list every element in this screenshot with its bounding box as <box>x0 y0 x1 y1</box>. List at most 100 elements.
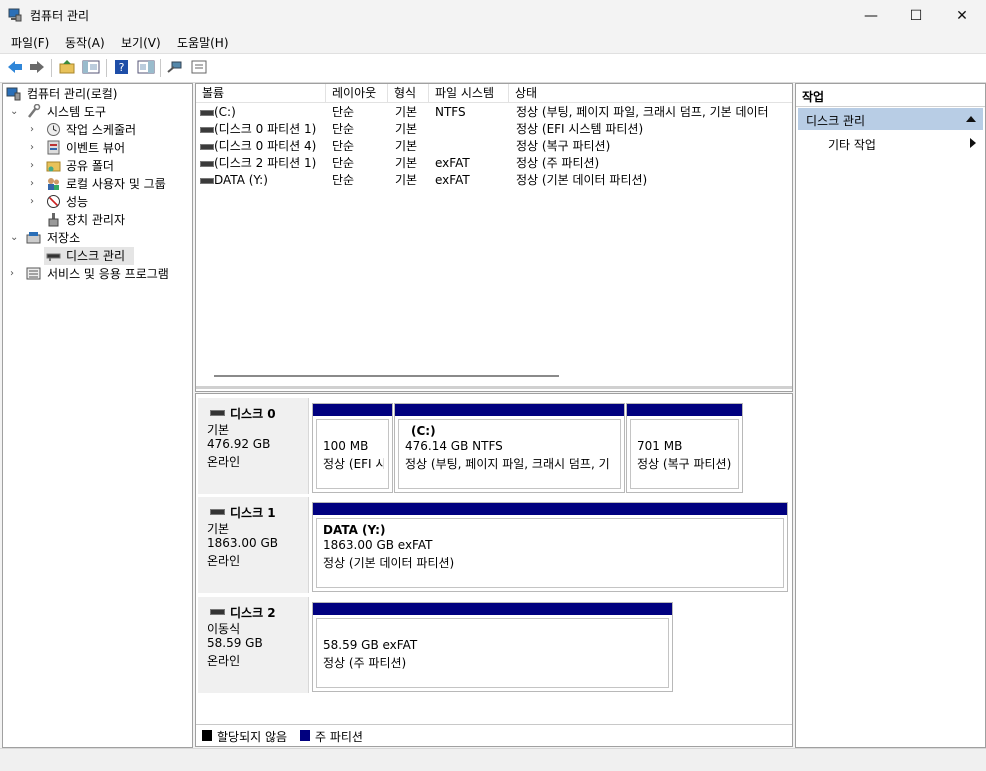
disk-label[interactable]: 디스크 2 이동식 58.59 GB 온라인 <box>198 597 309 693</box>
chevron-right-icon[interactable]: › <box>10 265 14 283</box>
partition-line2: 정상 (주 파티션) <box>323 656 407 670</box>
help-icon[interactable]: ? <box>113 59 131 75</box>
column-header-layout[interactable]: 레이아웃 <box>326 84 388 103</box>
partition-color-bar <box>313 603 672 615</box>
properties-icon[interactable] <box>190 59 208 75</box>
volume-cell-layout: 단순 <box>332 156 355 170</box>
toolbar-separator <box>106 59 107 77</box>
disk-kind: 이동식 <box>207 622 241 636</box>
tree-item-device-manager[interactable]: 장치 관리자 <box>6 211 186 229</box>
chevron-down-icon[interactable]: ⌄ <box>10 103 18 121</box>
volume-row[interactable]: (디스크 0 파티션 1) 단순 기본 정상 (EFI 시스템 파티션) <box>196 121 792 138</box>
partition-block[interactable]: 100 MB 정상 (EFI 시: <box>312 403 393 493</box>
actions-section-disk-management[interactable]: 디스크 관리 <box>798 108 983 130</box>
tree-item-label: 컴퓨터 관리(로컬) <box>27 87 118 101</box>
volume-cell-fs <box>435 121 509 138</box>
tree-item-services-applications[interactable]: › 서비스 및 응용 프로그램 <box>6 265 191 283</box>
partition-info: DATA (Y:) 1863.00 GB exFAT 정상 (기본 데이터 파티션) <box>316 518 784 588</box>
partition-line2: 정상 (부팅, 페이지 파일, 크래시 덤프, 기 <box>405 457 610 471</box>
menu-bar: 파일(F) 동작(A) 보기(V) 도움말(H) <box>0 31 986 53</box>
volume-row[interactable]: (디스크 0 파티션 4) 단순 기본 정상 (복구 파티션) <box>196 138 792 155</box>
chevron-right-icon[interactable]: › <box>30 175 34 193</box>
volume-row[interactable]: (C:) 단순 기본 NTFS 정상 (부팅, 페이지 파일, 크래시 덤프, 기본 데… <box>196 104 792 121</box>
partition-line1: 476.14 GB NTFS <box>405 439 503 453</box>
legend-swatch-primary <box>300 730 310 741</box>
partition-info: (C:) 476.14 GB NTFS 정상 (부팅, 페이지 파일, 크래시 덤프… <box>398 419 621 489</box>
tree-item-event-viewer[interactable]: › 이벤트 뷰어 <box>6 139 186 157</box>
volume-drive-icon <box>200 161 214 167</box>
performance-icon <box>47 195 60 208</box>
horizontal-scrollbar-thumb[interactable] <box>214 375 559 377</box>
chevron-right-icon[interactable]: › <box>30 157 34 175</box>
tree-item-label: 로컬 사용자 및 그룹 <box>66 177 166 191</box>
partition-block[interactable]: 58.59 GB exFAT 정상 (주 파티션) <box>312 602 673 692</box>
console-tree-icon[interactable] <box>82 59 100 75</box>
partition-block[interactable]: 701 MB 정상 (복구 파티션) <box>626 403 743 493</box>
tree-item-local-users-groups[interactable]: › 로컬 사용자 및 그룹 <box>6 175 186 193</box>
disk-state: 온라인 <box>207 654 241 668</box>
chevron-down-icon[interactable]: ⌄ <box>10 229 18 247</box>
action-more-actions[interactable]: 기타 작업 <box>798 133 983 153</box>
volume-cell-fs: NTFS <box>435 105 466 119</box>
tree-item-label: 성능 <box>66 195 89 209</box>
clock-icon <box>47 123 60 136</box>
volume-cell-layout: 단순 <box>332 173 355 187</box>
maximize-button[interactable]: ☐ <box>893 0 939 31</box>
actions-pane: 작업 디스크 관리 기타 작업 <box>795 83 986 748</box>
volume-cell-layout: 단순 <box>332 105 355 119</box>
pane-divider[interactable] <box>196 386 792 389</box>
volume-cell-layout: 단순 <box>332 122 355 136</box>
partition-block[interactable]: (C:) 476.14 GB NTFS 정상 (부팅, 페이지 파일, 크래시 덤프… <box>394 403 625 493</box>
tree-item-storage[interactable]: ⌄ 저장소 <box>6 229 186 247</box>
column-header-type[interactable]: 형식 <box>388 84 429 103</box>
minimize-button[interactable]: — <box>848 0 894 31</box>
actions-section-label: 디스크 관리 <box>806 114 866 128</box>
forward-arrow-icon[interactable] <box>28 59 46 75</box>
disk-kind: 기본 <box>207 522 230 536</box>
tree-item-system-tools[interactable]: ⌄ 시스템 도구 <box>6 103 186 121</box>
actions-header: 작업 <box>796 84 985 107</box>
submenu-arrow-icon <box>970 138 976 148</box>
disk-label[interactable]: 디스크 0 기본 476.92 GB 온라인 <box>198 398 309 494</box>
collapse-up-icon[interactable] <box>966 115 976 123</box>
menu-action[interactable]: 동작(A) <box>65 34 105 51</box>
menu-file[interactable]: 파일(F) <box>11 34 49 51</box>
volume-row[interactable]: (디스크 2 파티션 1) 단순 기본 exFAT 정상 (주 파티션) <box>196 155 792 172</box>
tree-item-task-scheduler[interactable]: › 작업 스케줄러 <box>6 121 186 139</box>
actions-title: 작업 <box>802 90 825 104</box>
computer-icon <box>6 87 21 101</box>
tree-item-label: 공유 폴더 <box>66 159 114 173</box>
shared-folder-icon <box>46 161 61 172</box>
action-pane-icon[interactable] <box>137 59 155 75</box>
chevron-right-icon[interactable]: › <box>30 193 34 211</box>
partition-info: 58.59 GB exFAT 정상 (주 파티션) <box>316 618 669 688</box>
volume-row[interactable]: DATA (Y:) 단순 기본 exFAT 정상 (기본 데이터 파티션) <box>196 172 792 189</box>
tree-item-shared-folders[interactable]: › 공유 폴더 <box>6 157 186 175</box>
volume-cell-status: 정상 (부팅, 페이지 파일, 크래시 덤프, 기본 데이터 <box>516 105 769 119</box>
back-arrow-icon[interactable] <box>6 59 24 75</box>
window-title: 컴퓨터 관리 <box>30 9 90 23</box>
connect-icon[interactable] <box>166 59 184 75</box>
partition-title: DATA (Y:) <box>323 523 386 537</box>
menu-help[interactable]: 도움말(H) <box>177 34 229 51</box>
storage-icon <box>26 232 41 244</box>
tools-icon <box>28 104 41 118</box>
close-button[interactable]: ✕ <box>939 0 985 31</box>
disk-graphical-view: 디스크 0 기본 476.92 GB 온라인 100 MB 정상 (EFI 시: (C:) 4… <box>195 393 793 747</box>
partition-line2: 정상 (복구 파티션) <box>637 457 732 471</box>
chevron-right-icon[interactable]: › <box>30 139 34 157</box>
tree-item-performance[interactable]: › 성능 <box>6 193 186 211</box>
tree-item-computer-management[interactable]: 컴퓨터 관리(로컬) <box>6 85 186 103</box>
disk-size: 476.92 GB <box>207 437 271 451</box>
menu-view[interactable]: 보기(V) <box>121 34 161 51</box>
chevron-right-icon[interactable]: › <box>30 121 34 139</box>
column-header-status[interactable]: 상태 <box>509 84 792 103</box>
tree-item-disk-management[interactable]: 디스크 관리 <box>44 247 134 265</box>
up-folder-icon[interactable] <box>58 59 76 75</box>
users-icon <box>48 178 59 190</box>
partition-block[interactable]: DATA (Y:) 1863.00 GB exFAT 정상 (기본 데이터 파티션) <box>312 502 788 592</box>
disk-label[interactable]: 디스크 1 기본 1863.00 GB 온라인 <box>198 497 309 593</box>
toolbar: ? <box>0 53 986 83</box>
column-header-filesystem[interactable]: 파일 시스템 <box>429 84 509 103</box>
column-header-volume[interactable]: 볼륨 <box>196 84 326 103</box>
